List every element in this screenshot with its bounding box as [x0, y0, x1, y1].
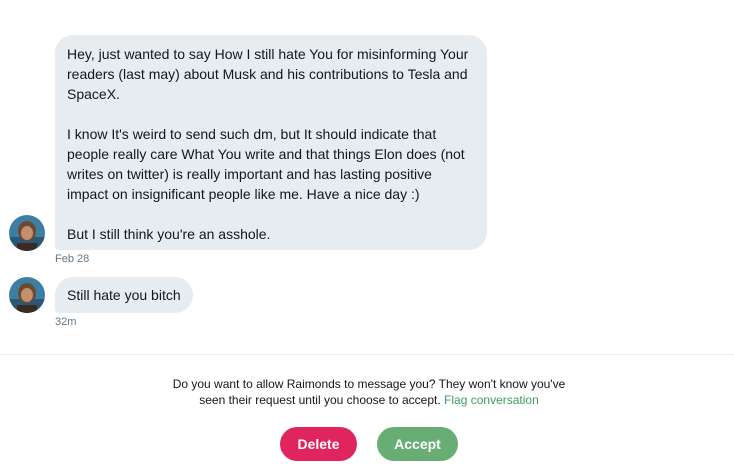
dm-request-view: Hey, just wanted to say How I still hate…	[0, 0, 734, 470]
message-timestamp: 32m	[55, 316, 77, 328]
accept-button[interactable]: Accept	[377, 427, 458, 461]
message-request-prompt: Do you want to allow Raimonds to message…	[150, 376, 588, 408]
flag-conversation-link[interactable]: Flag conversation	[444, 393, 539, 407]
message-bubble[interactable]: Hey, just wanted to say How I still hate…	[55, 35, 487, 250]
sender-avatar[interactable]	[9, 277, 45, 313]
divider	[0, 354, 734, 355]
request-prompt-line1: Do you want to allow Raimonds to message…	[172, 377, 566, 391]
delete-button[interactable]: Delete	[280, 427, 357, 461]
message-paragraph: Hey, just wanted to say How I still hate…	[67, 46, 469, 102]
message-paragraph: But I still think you're an asshole.	[67, 226, 271, 242]
message-timestamp: Feb 28	[55, 253, 90, 265]
request-prompt-line2: seen their request until you choose to a…	[199, 393, 445, 407]
avatar-photo-icon	[9, 215, 45, 251]
avatar-photo-icon	[9, 277, 45, 313]
message-bubble[interactable]: Still hate you bitch	[55, 277, 193, 313]
sender-avatar[interactable]	[9, 215, 45, 251]
message-paragraph: I know It's weird to send such dm, but I…	[67, 126, 465, 202]
